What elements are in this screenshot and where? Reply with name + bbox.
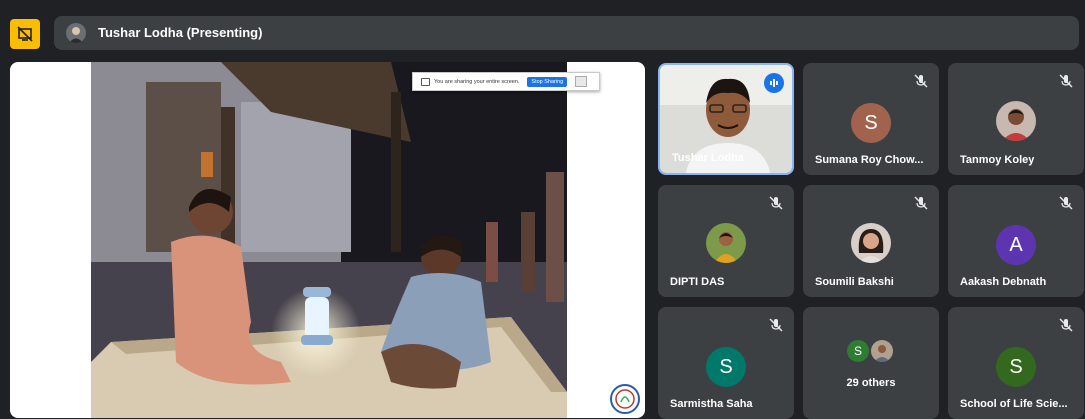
presenter-avatar bbox=[66, 23, 86, 43]
participant-name: Tushar Lodha bbox=[672, 152, 744, 164]
participant-avatar: S bbox=[996, 347, 1036, 387]
participant-avatar: A bbox=[996, 225, 1036, 265]
participant-tile-tushar-lodha[interactable]: Tushar Lodha bbox=[658, 63, 794, 175]
participant-name: Sarmistha Saha bbox=[670, 398, 753, 410]
participant-tile-dipti[interactable]: DIPTI DAS bbox=[658, 185, 794, 297]
participant-tile-sarmistha[interactable]: S Sarmistha Saha bbox=[658, 307, 794, 419]
participant-tile-sumana[interactable]: S Sumana Roy Chow... bbox=[803, 63, 939, 175]
screen-share-icon bbox=[421, 77, 430, 86]
mic-off-icon bbox=[769, 318, 783, 332]
top-bar: Tushar Lodha (Presenting) bbox=[0, 0, 1085, 56]
present-off-icon bbox=[17, 26, 33, 42]
participant-avatar: S bbox=[706, 347, 746, 387]
stop-presenting-button[interactable] bbox=[10, 19, 40, 49]
participant-name: Sumana Roy Chow... bbox=[815, 154, 924, 166]
presenter-name: Tushar Lodha (Presenting) bbox=[98, 25, 263, 40]
mic-off-icon bbox=[1059, 318, 1073, 332]
mic-off-icon bbox=[1059, 74, 1073, 88]
participant-avatar bbox=[851, 223, 891, 263]
others-avatar: S bbox=[847, 340, 869, 362]
participant-avatar bbox=[996, 101, 1036, 141]
participant-avatar bbox=[706, 223, 746, 263]
participant-name: DIPTI DAS bbox=[670, 276, 725, 288]
participant-name: Soumili Bakshi bbox=[815, 276, 894, 288]
participant-tile-tanmoy[interactable]: Tanmoy Koley bbox=[948, 63, 1084, 175]
participant-tile-school-of-life-sciences[interactable]: S School of Life Scie... bbox=[948, 307, 1084, 419]
mic-off-icon bbox=[769, 196, 783, 210]
shared-photo bbox=[91, 62, 567, 418]
participant-name: Tanmoy Koley bbox=[960, 154, 1035, 166]
others-count: 29 others bbox=[846, 377, 896, 389]
sharing-notification-bar: You are sharing your entire screen. Stop… bbox=[412, 72, 600, 91]
mic-off-icon bbox=[914, 196, 928, 210]
participant-tile-soumili[interactable]: Soumili Bakshi bbox=[803, 185, 939, 297]
others-avatar-photo bbox=[871, 340, 893, 362]
participant-avatar: S bbox=[851, 103, 891, 143]
participant-tile-others[interactable]: S 29 others bbox=[803, 307, 939, 419]
mic-off-icon bbox=[1059, 196, 1073, 210]
hide-bar-button[interactable] bbox=[575, 76, 588, 87]
shared-screen: You are sharing your entire screen. Stop… bbox=[10, 62, 645, 418]
mic-off-icon bbox=[914, 74, 928, 88]
stop-sharing-button[interactable]: Stop Sharing bbox=[527, 76, 568, 87]
speaking-indicator-icon bbox=[764, 73, 784, 93]
presenter-banner[interactable]: Tushar Lodha (Presenting) bbox=[54, 16, 1079, 50]
participant-tile-aakash[interactable]: A Aakash Debnath bbox=[948, 185, 1084, 297]
participant-name: Aakash Debnath bbox=[960, 276, 1047, 288]
institution-logo bbox=[610, 384, 640, 414]
sharing-message: You are sharing your entire screen. bbox=[434, 78, 520, 85]
participant-name: School of Life Scie... bbox=[960, 398, 1068, 410]
